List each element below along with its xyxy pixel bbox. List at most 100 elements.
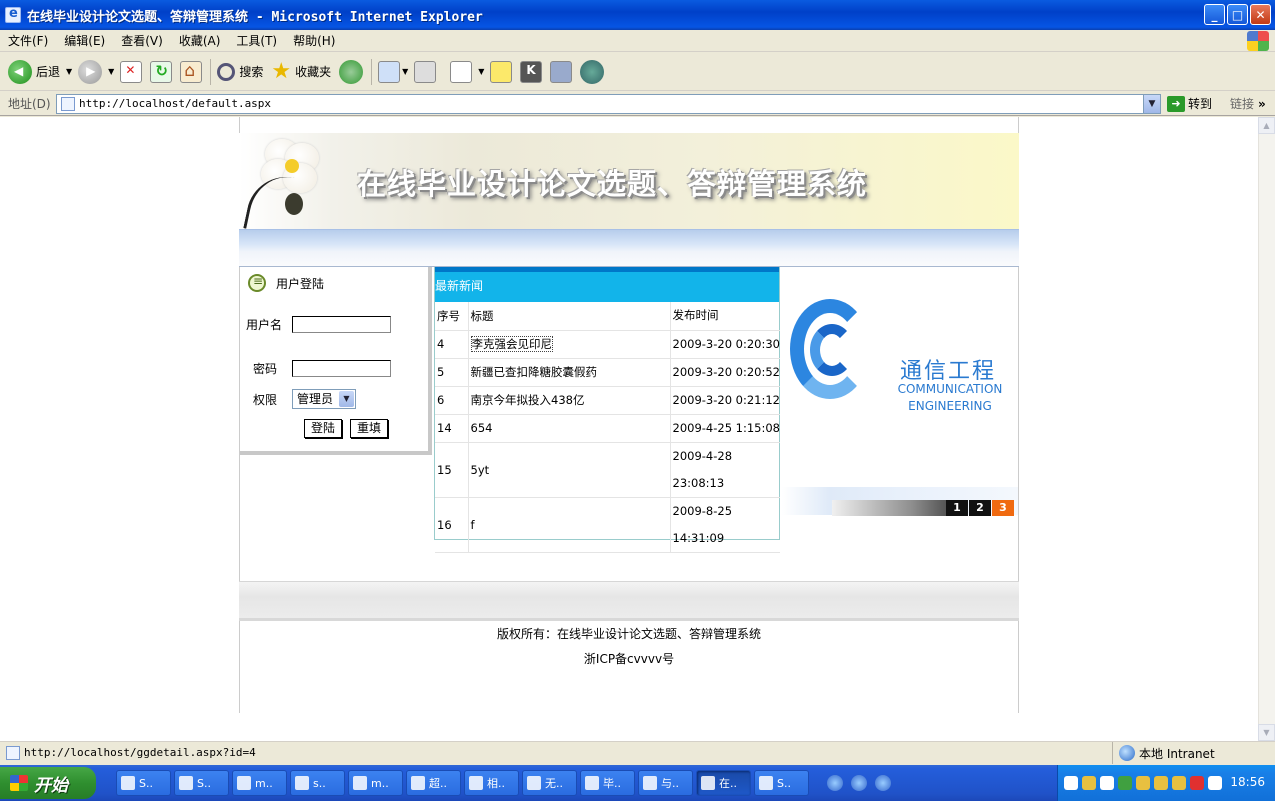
table-row: 4 李克强会见印尼 2009-3-20 0:20:30 — [435, 330, 780, 359]
taskbar-button[interactable]: s.. — [290, 770, 345, 796]
start-button[interactable]: 开始 — [0, 767, 96, 799]
news-link[interactable]: 新疆已查扣降糖胶囊假药 — [467, 358, 670, 387]
pager-fade — [832, 500, 946, 516]
reset-button[interactable]: 重填 — [350, 419, 389, 438]
taskbar-button[interactable]: m.. — [348, 770, 403, 796]
ie-quick-launch-icon[interactable] — [851, 775, 867, 791]
window-title: 在线毕业设计论文选题、答辩管理系统 - Microsoft Internet E… — [27, 9, 483, 25]
table-row: 16 f 2009-8-25 14:31:09 — [435, 497, 780, 553]
username-input[interactable] — [292, 316, 391, 333]
news-link[interactable]: 南京今年拟投入438亿 — [467, 386, 670, 415]
news-link[interactable]: f — [467, 497, 670, 553]
security-zone[interactable]: 本地 Intranet — [1112, 742, 1215, 764]
title-bar[interactable]: 在线毕业设计论文选题、答辩管理系统 - Microsoft Internet E… — [0, 0, 1275, 30]
links-label[interactable]: 链接 — [1230, 95, 1254, 112]
shield-icon[interactable] — [1118, 776, 1132, 790]
task-label: S.. — [139, 776, 153, 790]
page-button[interactable]: 2 — [969, 500, 991, 516]
edit-dropdown-icon[interactable]: ▼ — [478, 67, 484, 76]
news-link[interactable]: 5yt — [467, 442, 670, 498]
windows-logo-icon — [1247, 31, 1269, 51]
volume-icon[interactable] — [1208, 776, 1222, 790]
page-button[interactable]: 1 — [946, 500, 968, 516]
taskbar-button[interactable]: 相.. — [464, 770, 519, 796]
forward-button[interactable] — [78, 59, 103, 84]
messenger-icon[interactable] — [580, 59, 605, 84]
page-button-active[interactable]: 3 — [992, 500, 1014, 516]
note-icon[interactable] — [490, 60, 513, 83]
news-link[interactable]: 李克强会见印尼 — [470, 336, 553, 352]
column-header: 发布时间 — [669, 302, 780, 331]
role-select[interactable]: 管理员 ▼ — [292, 389, 356, 409]
k-icon[interactable] — [520, 60, 543, 83]
login-list-icon — [248, 274, 266, 292]
stop-icon[interactable] — [120, 60, 143, 83]
toolbar-separator — [371, 58, 373, 85]
clock[interactable]: 18:56 — [1230, 775, 1265, 789]
mail-dropdown-icon[interactable]: ▼ — [402, 67, 408, 76]
menu-tools[interactable]: 工具(T) — [228, 32, 285, 49]
close-button[interactable]: ✕ — [1250, 4, 1271, 25]
login-button[interactable]: 登陆 — [304, 419, 343, 438]
table-row: 14 654 2009-4-25 1:15:08 — [435, 414, 780, 443]
address-box[interactable]: ▼ — [56, 93, 1161, 114]
back-dropdown-icon[interactable]: ▼ — [66, 67, 72, 76]
forward-dropdown-icon[interactable]: ▼ — [108, 67, 114, 76]
mail-icon[interactable] — [378, 60, 401, 83]
help-icon[interactable] — [1082, 776, 1096, 790]
home-icon[interactable] — [180, 60, 203, 83]
taskbar-button[interactable]: 与.. — [638, 770, 693, 796]
taskbar-button[interactable]: 毕.. — [580, 770, 635, 796]
app-quick-launch-icon[interactable] — [875, 775, 891, 791]
qq-icon[interactable] — [1136, 776, 1150, 790]
keyboard-icon[interactable] — [1064, 776, 1078, 790]
star-icon: ★ — [271, 58, 292, 84]
search-button[interactable]: 搜索 — [217, 62, 263, 81]
research-icon[interactable] — [550, 60, 573, 83]
taskbar-button-active[interactable]: 在.. — [696, 770, 751, 796]
qq-icon[interactable] — [1172, 776, 1186, 790]
page-viewport: 在线毕业设计论文选题、答辩管理系统 用户登陆 用户名 密码 权限 管理员 ▼ 登… — [0, 117, 1275, 741]
ie-quick-launch-icon[interactable] — [827, 775, 843, 791]
qq-icon[interactable] — [1154, 776, 1168, 790]
address-input[interactable] — [79, 97, 1139, 110]
maximize-button[interactable]: □ — [1227, 4, 1248, 25]
go-button[interactable]: ➜ 转到 — [1167, 95, 1212, 112]
history-icon[interactable] — [339, 59, 364, 84]
notepad-icon — [643, 776, 657, 790]
table-row: 6 南京今年拟投入438亿 2009-3-20 0:21:12 — [435, 386, 780, 415]
vertical-scrollbar[interactable]: ▲ ▼ — [1258, 117, 1275, 741]
scroll-down-icon[interactable]: ▼ — [1258, 724, 1275, 741]
menu-favorites[interactable]: 收藏(A) — [171, 32, 229, 49]
password-input[interactable] — [292, 360, 391, 377]
menu-file[interactable]: 文件(F) — [0, 32, 56, 49]
edit-icon[interactable] — [450, 60, 473, 83]
address-label: 地址(D) — [8, 97, 51, 111]
status-text: http://localhost/ggdetail.aspx?id=4 — [24, 746, 256, 759]
minimize-button[interactable]: _ — [1204, 4, 1225, 25]
scroll-up-icon[interactable]: ▲ — [1258, 117, 1275, 134]
refresh-icon[interactable] — [150, 60, 173, 83]
menu-help[interactable]: 帮助(H) — [285, 32, 343, 49]
taskbar-button[interactable]: S.. — [754, 770, 809, 796]
antivirus-icon[interactable] — [1190, 776, 1204, 790]
app-icon — [121, 776, 135, 790]
news-link[interactable]: 654 — [467, 414, 670, 443]
links-chevron-icon[interactable]: » — [1258, 97, 1266, 111]
taskbar-button[interactable]: 超.. — [406, 770, 461, 796]
app-icon — [411, 776, 425, 790]
address-dropdown-icon[interactable]: ▼ — [1143, 94, 1160, 113]
back-label: 后退 — [36, 65, 61, 79]
network-icon[interactable] — [1100, 776, 1114, 790]
taskbar-button[interactable]: m.. — [232, 770, 287, 796]
app-icon — [237, 776, 251, 790]
taskbar-button[interactable]: S.. — [116, 770, 171, 796]
favorites-button[interactable]: ★ 收藏夹 — [271, 58, 331, 84]
menu-view[interactable]: 查看(V) — [113, 32, 171, 49]
print-icon[interactable] — [414, 60, 437, 83]
page-icon — [61, 96, 75, 111]
menu-edit[interactable]: 编辑(E) — [56, 32, 113, 49]
taskbar-button[interactable]: 无.. — [522, 770, 577, 796]
taskbar-button[interactable]: S.. — [174, 770, 229, 796]
back-button[interactable]: 后退 — [8, 59, 61, 84]
